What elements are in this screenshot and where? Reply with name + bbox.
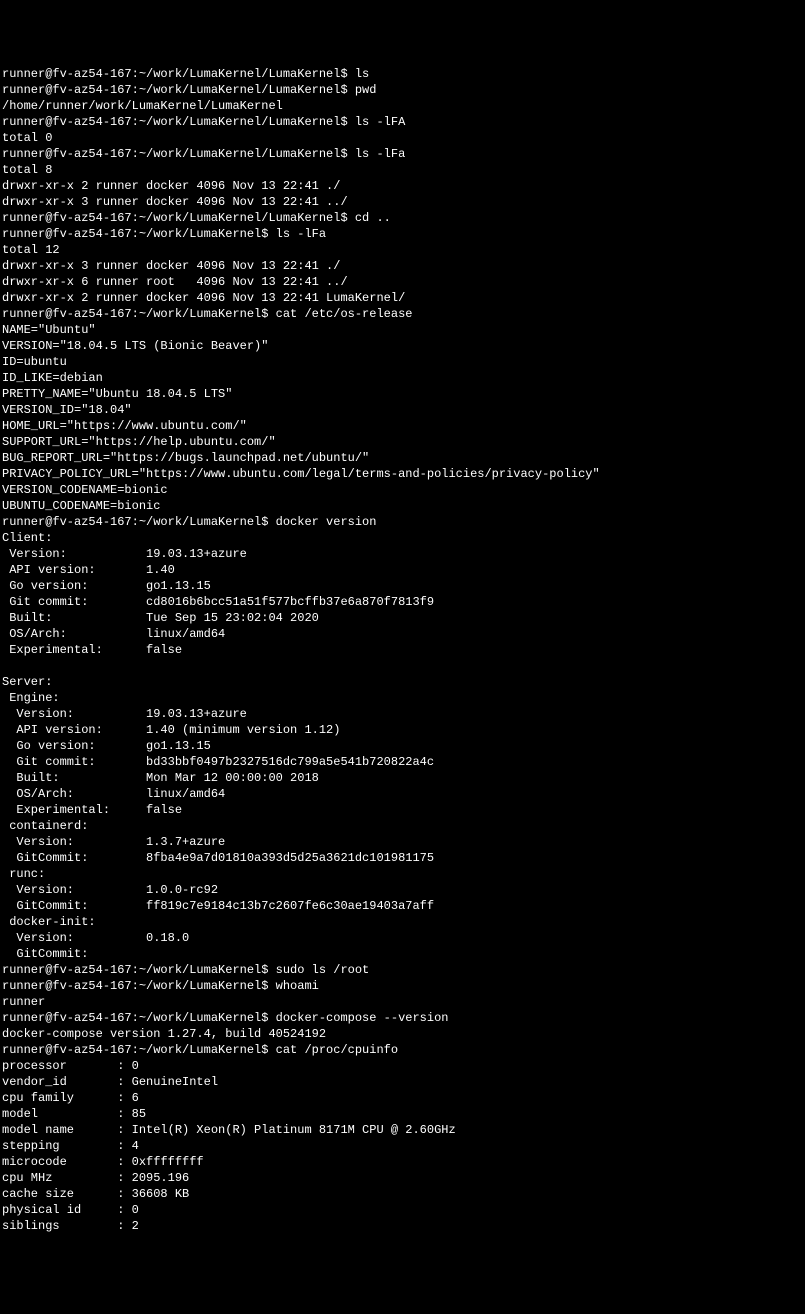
terminal-output[interactable]: runner@fv-az54-167:~/work/LumaKernel/Lum… <box>2 66 803 1234</box>
